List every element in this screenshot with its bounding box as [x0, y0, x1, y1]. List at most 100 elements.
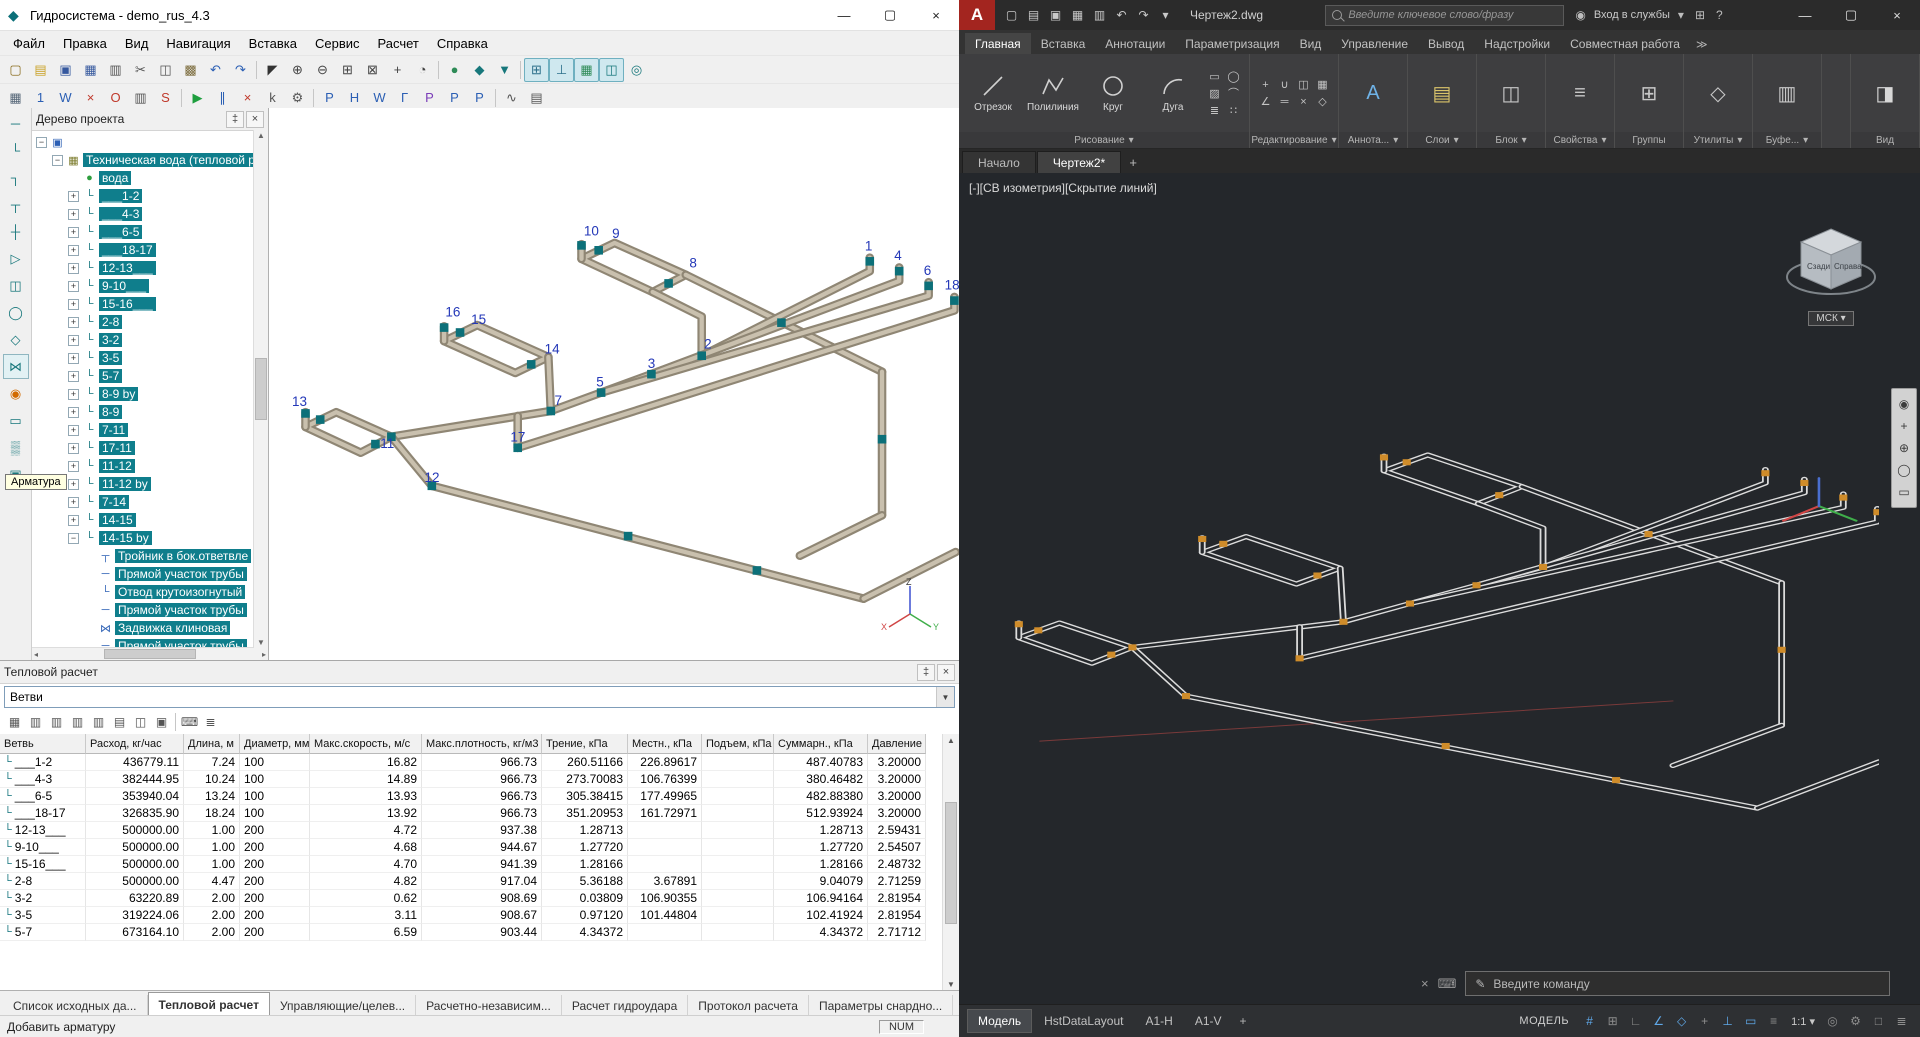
expand-icon[interactable]: + — [68, 353, 79, 364]
tree-node-element[interactable]: ─Прямой участок трубы — [34, 637, 254, 647]
collapse-icon[interactable]: − — [68, 533, 79, 544]
column-header[interactable]: Длина, м — [184, 734, 240, 754]
pause-calculation-icon[interactable]: ∥ — [210, 86, 235, 110]
ribbon-tab-главная[interactable]: Главная — [965, 33, 1031, 54]
pipe-fitting[interactable] — [513, 443, 522, 452]
tree-node-branch[interactable]: +└7-11 — [34, 421, 254, 439]
panel-edit-label[interactable]: Редактирование▾ — [1250, 132, 1338, 148]
scroll-right-icon[interactable]: ▸ — [262, 650, 266, 659]
draw-tool-circle[interactable]: Круг — [1086, 73, 1140, 113]
autocad-logo[interactable]: A — [959, 0, 995, 30]
zoom-in-icon[interactable]: ⊕ — [285, 58, 310, 82]
draw-mini-icon[interactable]: ⌒ — [1225, 86, 1242, 101]
expand-icon[interactable]: + — [68, 371, 79, 382]
close-button[interactable]: × — [1874, 0, 1920, 30]
list-icon[interactable]: ≣ — [200, 712, 221, 732]
file-tab-чертеж2-[interactable]: Чертеж2* — [1037, 151, 1121, 174]
fittings-toggle-icon[interactable]: ◫ — [599, 58, 624, 82]
layers-button[interactable]: ▤ — [1415, 80, 1469, 106]
axes-toggle-icon[interactable]: ⊥ — [549, 58, 574, 82]
tree-node-branch[interactable]: +└7-14 — [34, 493, 254, 511]
scroll-down-icon[interactable]: ▼ — [947, 980, 955, 989]
elements-toggle-icon[interactable]: ▦ — [574, 58, 599, 82]
labels-toggle-icon[interactable]: ◎ — [624, 58, 649, 82]
pipe-corner-icon[interactable]: ┐ — [3, 165, 29, 190]
save-all-icon[interactable]: ▦ — [78, 58, 103, 82]
snap-mode-icon[interactable]: ⊞ — [1602, 1011, 1623, 1031]
tree-node-branch[interactable]: +└3-2 — [34, 331, 254, 349]
grid-display-icon[interactable]: # — [1579, 1011, 1600, 1031]
file-tab-начало[interactable]: Начало — [962, 151, 1036, 174]
pipe-elbow-icon[interactable]: └ — [3, 138, 29, 163]
clipboard-button[interactable]: ▥ — [1760, 80, 1814, 106]
pipe-fitting[interactable] — [1403, 459, 1411, 465]
pipe-fitting[interactable] — [1313, 572, 1321, 578]
tree-node-branch[interactable]: −└14-15 by — [34, 529, 254, 547]
pipe-fitting[interactable] — [301, 409, 310, 418]
dynamic-ucs-icon[interactable]: ⊥ — [1717, 1011, 1738, 1031]
edit-mini-icon[interactable]: ◇ — [1314, 94, 1331, 109]
copy-table-icon[interactable]: ◫ — [130, 712, 151, 732]
plot-icon[interactable]: ▥ — [1089, 4, 1110, 26]
expand-icon[interactable]: + — [68, 317, 79, 328]
pipe-fitting[interactable] — [1644, 531, 1652, 537]
pipe-fitting[interactable] — [1495, 492, 1503, 498]
edit-mini-icon[interactable]: ═ — [1276, 94, 1293, 109]
pipe-fitting[interactable] — [594, 246, 603, 255]
win-p1-icon[interactable]: P — [317, 86, 342, 110]
scroll-thumb[interactable] — [255, 358, 267, 420]
pipe-fitting[interactable] — [1778, 647, 1786, 653]
cut-icon[interactable]: ✂ — [128, 58, 153, 82]
flow-direction-icon[interactable]: ▼ — [492, 58, 517, 82]
pipe-fitting[interactable] — [1182, 693, 1190, 699]
expand-icon[interactable]: + — [68, 335, 79, 346]
draw-mini-icon[interactable]: ∷ — [1225, 103, 1242, 118]
polar-tracking-icon[interactable]: ∠ — [1648, 1011, 1669, 1031]
layout-tab-hstdatalayout[interactable]: HstDataLayout — [1034, 1010, 1133, 1032]
column-header[interactable]: Макс.плотность, кг/м3 — [422, 734, 542, 754]
object-snap-icon[interactable]: ◇ — [1671, 1011, 1692, 1031]
tree-node-branch[interactable]: +└11-12 by — [34, 475, 254, 493]
diamond-element-icon[interactable]: ◇ — [3, 327, 29, 352]
pipe-fitting[interactable] — [440, 323, 449, 332]
properties-button[interactable]: ≡ — [1553, 80, 1607, 106]
result-tab[interactable]: Расчетно-независим... — [416, 995, 562, 1017]
pump-icon[interactable]: ◉ — [3, 381, 29, 406]
menu-вид[interactable]: Вид — [116, 34, 158, 53]
command-input[interactable]: ✎ Введите команду — [1465, 971, 1890, 996]
pin-icon[interactable]: ‡ — [917, 664, 935, 681]
tree-node-branch[interactable]: +└___6-5 — [34, 223, 254, 241]
tree-node-element[interactable]: ⋈Задвижка клиновая — [34, 619, 254, 637]
circle-element-icon[interactable]: ◯ — [3, 300, 29, 325]
expand-icon[interactable]: + — [68, 281, 79, 292]
new-drawing-tab-button[interactable]: + — [1122, 155, 1144, 174]
pipe-fitting[interactable] — [878, 435, 887, 444]
tree-node-branch[interactable]: +└12-13___ — [34, 259, 254, 277]
menu-справка[interactable]: Справка — [428, 34, 497, 53]
insulation-icon[interactable]: ◆ — [467, 58, 492, 82]
minimize-button[interactable]: — — [821, 0, 867, 30]
pipe-fitting[interactable] — [1015, 621, 1023, 627]
ribbon-tab-параметризация[interactable]: Параметризация — [1175, 33, 1289, 54]
pipe-fitting[interactable] — [527, 360, 536, 369]
draw-tool-pline[interactable]: Полилиния — [1026, 73, 1080, 113]
tree-node-branch[interactable]: +└3-5 — [34, 349, 254, 367]
expand-icon[interactable]: + — [68, 407, 79, 418]
isolate-objects[interactable]: ◎ — [1822, 1011, 1843, 1031]
pipe-fitting[interactable] — [895, 267, 904, 276]
table-row[interactable]: └___18-17326835.9018.2410013.92966.73351… — [0, 805, 942, 822]
zoom-tool-icon[interactable]: ⊕ — [1899, 441, 1909, 455]
pipe-fitting[interactable] — [577, 241, 586, 250]
menu-расчет[interactable]: Расчет — [369, 34, 428, 53]
utilities-button[interactable]: ◇ — [1691, 80, 1745, 106]
annotation-scale[interactable]: 1:1 ▾ — [1786, 1015, 1820, 1028]
undo-icon[interactable]: ↶ — [203, 58, 228, 82]
column-header[interactable]: Диаметр, мм — [240, 734, 310, 754]
collapse-icon[interactable]: − — [36, 137, 47, 148]
table-row[interactable]: └12-13___500000.001.002004.72937.381.287… — [0, 822, 942, 839]
scroll-left-icon[interactable]: ◂ — [34, 650, 38, 659]
expand-icon[interactable]: + — [68, 461, 79, 472]
pipe-fitting[interactable] — [1219, 541, 1227, 547]
mode-o-icon[interactable]: O — [103, 86, 128, 110]
maximize-button[interactable]: ▢ — [867, 0, 913, 30]
